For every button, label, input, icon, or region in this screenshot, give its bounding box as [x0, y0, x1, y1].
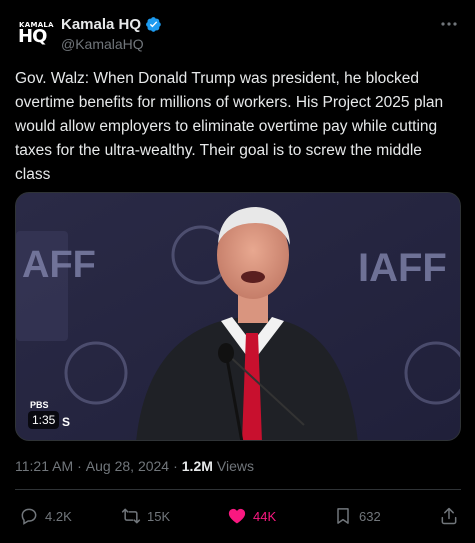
meta-separator: ·	[173, 458, 178, 474]
repost-button[interactable]: 15K	[121, 502, 170, 530]
avatar[interactable]: KAMALA HQ	[15, 14, 55, 54]
share-button[interactable]	[439, 502, 459, 530]
video-duration: 1:35	[28, 411, 60, 429]
repost-count: 15K	[147, 508, 171, 524]
like-count: 44K	[253, 508, 277, 524]
pbs-watermark-s: S	[62, 415, 71, 429]
post-meta: 11:21 AM · Aug 28, 2024 · 1.2M Views	[15, 458, 254, 474]
pbs-watermark: PBS	[30, 400, 49, 410]
action-bar: 4.2K 15K 44K 632	[15, 502, 461, 530]
like-button[interactable]: 44K	[227, 502, 276, 530]
heart-icon	[228, 508, 246, 524]
share-icon	[441, 507, 457, 525]
verified-badge-icon	[145, 16, 162, 33]
video-player[interactable]: AFF IAFF PBS 1:35 S	[15, 192, 461, 441]
bookmark-button[interactable]: 632	[333, 502, 381, 530]
views-label: Views	[216, 458, 254, 474]
author-name-row: Kamala HQ	[61, 14, 162, 34]
bookmark-count: 632	[359, 508, 381, 524]
post-text: Gov. Walz: When Donald Trump was preside…	[15, 70, 444, 183]
bookmark-icon	[337, 508, 349, 524]
author-name[interactable]: Kamala HQ	[61, 16, 141, 33]
reply-count: 4.2K	[45, 508, 72, 524]
video-frame: AFF IAFF	[16, 193, 460, 440]
author-handle[interactable]: @KamalaHQ	[61, 36, 144, 52]
reply-button[interactable]: 4.2K	[19, 502, 72, 530]
views-count[interactable]: 1.2M	[182, 458, 213, 474]
avatar-text-bottom: HQ	[18, 26, 47, 47]
backdrop-text-left: AFF	[22, 244, 96, 286]
backdrop-text-right: IAFF	[358, 246, 447, 290]
post-header: KAMALA HQ Kamala HQ @KamalaHQ	[15, 12, 463, 56]
reply-icon	[21, 508, 37, 525]
more-icon[interactable]	[439, 14, 459, 34]
divider	[15, 489, 461, 490]
post-time[interactable]: 11:21 AM	[15, 458, 73, 474]
post-date[interactable]: Aug 28, 2024	[86, 458, 169, 474]
meta-separator: ·	[77, 458, 82, 474]
repost-icon	[121, 508, 141, 524]
